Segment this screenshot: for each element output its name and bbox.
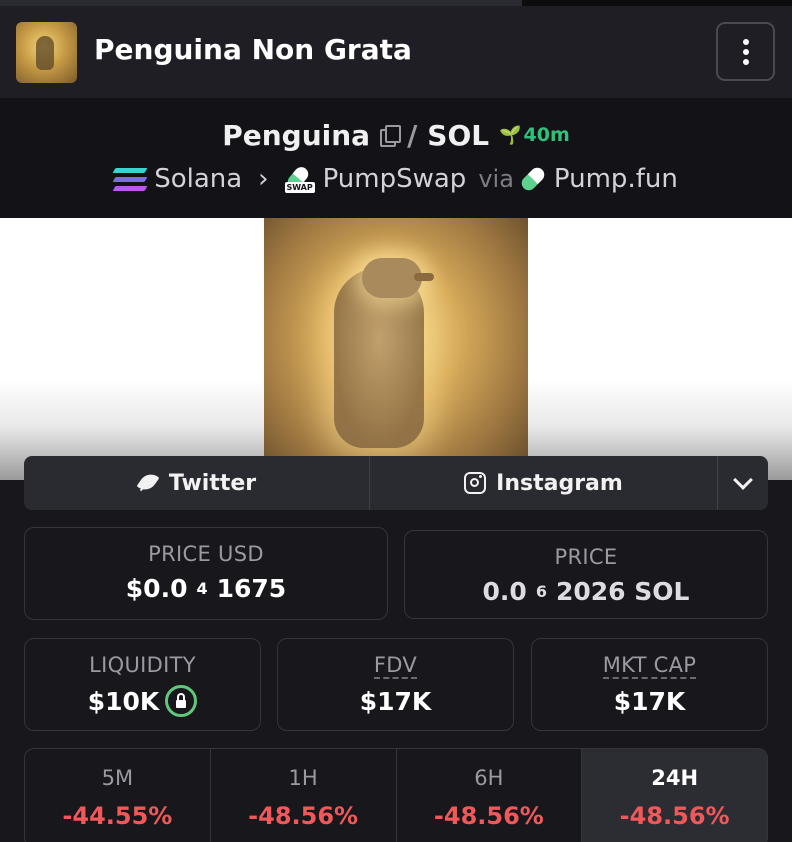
price-usd-label: PRICE USD: [148, 542, 264, 566]
price-usd-digits: 1675: [216, 574, 287, 603]
tab-24h[interactable]: 24H -48.56%: [582, 749, 767, 842]
liquidity-value: $10K: [87, 686, 160, 716]
liquidity-label: LIQUIDITY: [89, 653, 196, 677]
price-change-tabs: 5M -44.55% 1H -48.56% 6H -48.56% 24H -48…: [24, 748, 768, 842]
price-sol-digits: 2026 SOL: [555, 577, 690, 606]
penguin-beak: [414, 273, 434, 281]
chevron-right-icon: ›: [258, 164, 269, 194]
timeframe-label: 5M: [101, 766, 134, 790]
fdv-label-wrap: FDV: [278, 653, 513, 679]
change-value: -44.55%: [62, 802, 173, 830]
token-avatar: [16, 22, 77, 83]
price-usd-card: PRICE USD $0.0 4 1675: [24, 527, 388, 620]
social-links-bar: Twitter Instagram: [24, 456, 768, 510]
mkt-cap-card[interactable]: MKT CAP $17K: [531, 638, 768, 731]
price-sol-zero-count: 6: [535, 582, 547, 601]
page-title: Penguina Non Grata: [94, 33, 412, 66]
timeframe-label: 1H: [288, 766, 318, 790]
feather-icon: [137, 472, 159, 494]
pair-age-value: 40m: [523, 124, 570, 146]
twitter-label: Twitter: [168, 470, 257, 496]
pair-info-bar: Penguina / SOL 🌱 40m Solana › SWAP PumpS…: [0, 98, 792, 218]
fdv-card[interactable]: FDV $17K: [277, 638, 514, 731]
liquidity-card: LIQUIDITY $10K: [24, 638, 261, 731]
instagram-icon: [464, 472, 487, 494]
change-value: -48.56%: [248, 802, 359, 830]
chain-network[interactable]: Solana: [154, 164, 242, 194]
timeframe-label: 6H: [474, 766, 504, 790]
tab-1h[interactable]: 1H -48.56%: [211, 749, 397, 842]
timeframe-label: 24H: [651, 766, 699, 790]
expand-socials-button[interactable]: [718, 456, 768, 510]
price-sol-value: 0.0 6 2026 SOL: [405, 577, 767, 606]
pair-line: Penguina / SOL 🌱 40m: [0, 118, 792, 152]
lock-icon[interactable]: [165, 685, 198, 717]
pair-age: 🌱 40m: [499, 124, 570, 146]
price-usd-zero-count: 4: [196, 579, 208, 598]
pair-separator: /: [407, 118, 418, 152]
copy-icon[interactable]: [380, 125, 402, 147]
liquidity-value-row: $10K: [25, 685, 260, 717]
tab-6h[interactable]: 6H -48.56%: [397, 749, 583, 842]
app-header: Penguina Non Grata: [0, 6, 792, 98]
chevron-down-icon: [733, 470, 753, 490]
mkt-cap-value: $17K: [613, 687, 686, 716]
avatar-penguin: [36, 36, 54, 70]
token-image: [264, 218, 528, 480]
price-sol-prefix: 0.0: [482, 577, 527, 606]
chain-breadcrumb: Solana › SWAP PumpSwap via Pump.fun: [0, 162, 792, 196]
price-sol-label: PRICE: [554, 545, 618, 569]
penguin-head: [362, 258, 422, 298]
chain-dex[interactable]: PumpSwap: [323, 164, 467, 194]
change-value: -48.56%: [619, 802, 730, 830]
instagram-label: Instagram: [496, 470, 623, 496]
pumpfun-icon: [518, 164, 548, 194]
mkt-cap-label-wrap: MKT CAP: [532, 653, 767, 679]
kebab-menu-icon: [742, 38, 749, 65]
instagram-button[interactable]: Instagram: [370, 456, 718, 510]
via-label: via: [478, 165, 514, 193]
fdv-label: FDV: [373, 653, 418, 679]
price-usd-prefix: $0.0: [125, 574, 188, 603]
more-menu-button[interactable]: [716, 22, 775, 81]
sprout-icon: 🌱: [499, 124, 522, 146]
chain-launchpad[interactable]: Pump.fun: [554, 164, 678, 194]
twitter-button[interactable]: Twitter: [24, 456, 370, 510]
solana-icon: [112, 167, 148, 191]
fdv-value: $17K: [359, 687, 432, 716]
price-usd-value: $0.0 4 1675: [25, 574, 387, 603]
change-value: -48.56%: [433, 802, 544, 830]
pumpswap-icon: SWAP: [284, 164, 315, 194]
swap-tag: SWAP: [284, 182, 315, 193]
pair-base-symbol: Penguina: [222, 118, 371, 152]
mkt-cap-label: MKT CAP: [602, 653, 697, 679]
tab-5m[interactable]: 5M -44.55%: [25, 749, 211, 842]
price-sol-card: PRICE 0.0 6 2026 SOL: [404, 530, 768, 619]
pair-quote-symbol: SOL: [427, 118, 490, 152]
